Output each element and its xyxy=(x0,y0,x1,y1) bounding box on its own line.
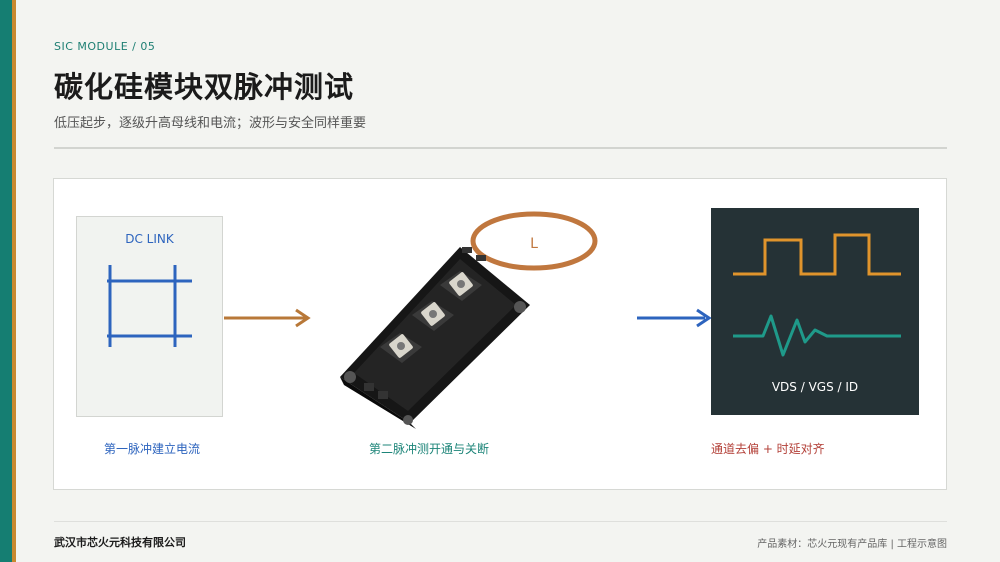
left-accent-stripe xyxy=(12,0,16,562)
caption-step-2: 第二脉冲测开通与关断 xyxy=(369,442,490,456)
arrow-to-scope xyxy=(637,308,712,328)
section-kicker: SIC MODULE / 05 xyxy=(54,40,156,53)
page-subtitle: 低压起步，逐级升高母线和电流；波形与安全同样重要 xyxy=(54,116,367,131)
footer-divider xyxy=(54,521,947,522)
header-divider xyxy=(54,147,947,149)
caption-step-3: 通道去偏 + 时延对齐 xyxy=(711,442,825,456)
dc-link-box: DC LINK xyxy=(76,216,223,417)
dc-link-grid-icon xyxy=(107,265,192,347)
footer-credit: 产品素材：芯火元现有产品库 | 工程示意图 xyxy=(757,539,947,550)
arrow-to-module xyxy=(224,308,311,328)
footer-company: 武汉市芯火元科技有限公司 xyxy=(54,536,186,549)
caption-step-1: 第一脉冲建立电流 xyxy=(104,442,201,456)
sic-power-module-icon xyxy=(340,247,530,429)
page-title: 碳化硅模块双脉冲测试 xyxy=(54,70,355,104)
oscilloscope-panel: VDS / VGS / ID xyxy=(711,208,919,415)
scope-channel-label: VDS / VGS / ID xyxy=(771,380,859,394)
left-accent-bar xyxy=(0,0,12,562)
